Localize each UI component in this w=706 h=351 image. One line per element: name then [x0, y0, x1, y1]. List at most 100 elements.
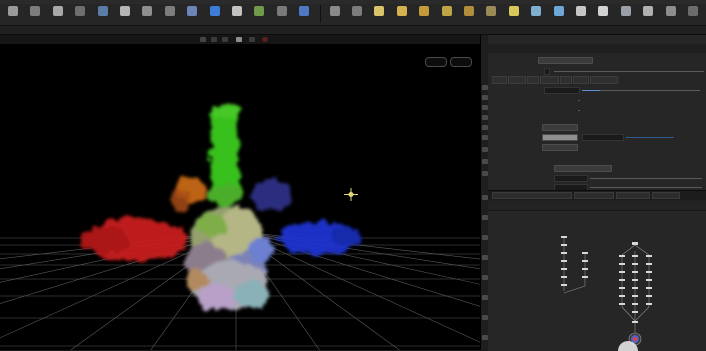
- light-icon: [374, 6, 385, 16]
- param-row: [488, 174, 706, 183]
- spray-paint-icon: [209, 6, 220, 16]
- shelf-tool-button[interactable]: [415, 5, 433, 23]
- shelf-toolbar: [0, 4, 706, 26]
- network-toolbar: [488, 201, 706, 211]
- node-graph: [561, 236, 652, 351]
- param-field[interactable]: [544, 68, 550, 75]
- box-icon: [8, 6, 18, 16]
- shelf-tool-button[interactable]: [94, 5, 112, 23]
- param-tab[interactable]: [590, 76, 618, 84]
- shelf-tool-button[interactable]: [617, 5, 635, 23]
- line-icon: [142, 6, 153, 16]
- param-tab[interactable]: [573, 76, 589, 84]
- shelf-tool-button[interactable]: [370, 5, 388, 23]
- environment-light-icon: [531, 6, 542, 16]
- scene-viewport[interactable]: [0, 35, 480, 350]
- shelf-tool-button[interactable]: [273, 5, 291, 23]
- param-slider[interactable]: [554, 71, 704, 72]
- node-stack-right: [619, 242, 652, 323]
- param-tab[interactable]: [560, 76, 572, 84]
- gi-light-icon: [576, 6, 586, 16]
- viewport-scene: [0, 102, 480, 350]
- shelf-tool-button[interactable]: [662, 5, 680, 23]
- param-tab[interactable]: [492, 76, 507, 84]
- vr-camera-icon: [688, 6, 698, 16]
- param-dropdown[interactable]: [542, 134, 578, 141]
- param-slider[interactable]: [590, 178, 702, 179]
- shelf-tool-button[interactable]: [482, 5, 500, 23]
- sphere-icon: [30, 6, 41, 16]
- param-row: [488, 106, 706, 115]
- param-tab[interactable]: [540, 76, 559, 84]
- shelf-tool-button[interactable]: [250, 5, 268, 23]
- shelf-tool-button[interactable]: [572, 5, 590, 23]
- network-editor[interactable]: [488, 190, 706, 351]
- shelf-tool-button[interactable]: [49, 5, 67, 23]
- null-icon: [120, 6, 130, 16]
- shelf-tool-button[interactable]: [228, 5, 246, 23]
- network-tab[interactable]: [492, 192, 572, 199]
- param-slider[interactable]: [626, 137, 674, 138]
- shelf-tool-button[interactable]: [26, 5, 44, 23]
- distant-light-icon: [508, 6, 519, 16]
- shelf-tool-button[interactable]: [183, 5, 201, 23]
- shelf-tool-button[interactable]: [348, 5, 366, 23]
- shelf-tool-button[interactable]: [460, 5, 478, 23]
- spot-light-icon: [419, 6, 430, 16]
- network-tab[interactable]: [574, 192, 614, 199]
- camera-icon: [352, 6, 362, 16]
- torus-icon: [75, 6, 86, 16]
- param-slider[interactable]: [578, 110, 580, 111]
- param-tab[interactable]: [527, 76, 539, 84]
- circle-icon: [164, 6, 175, 16]
- network-tab[interactable]: [616, 192, 650, 199]
- node-chain-left: [561, 236, 588, 294]
- param-slider[interactable]: [578, 100, 580, 101]
- shelf-tool-button[interactable]: [594, 5, 612, 23]
- shelf-tool-button[interactable]: [138, 5, 156, 23]
- portal-light-icon: [620, 6, 631, 16]
- param-row: [488, 133, 706, 142]
- param-dropdown[interactable]: [542, 144, 578, 151]
- param-dropdown[interactable]: [542, 124, 578, 131]
- shelf-tool-button[interactable]: [295, 5, 313, 23]
- param-row: [488, 164, 706, 173]
- curve-icon: [187, 6, 198, 16]
- smoke-plume: [80, 102, 360, 311]
- l-system-icon: [254, 6, 265, 16]
- network-canvas[interactable]: [488, 211, 706, 351]
- param-slider[interactable]: [600, 90, 700, 91]
- param-dropdown[interactable]: [554, 165, 612, 172]
- param-field[interactable]: [582, 134, 624, 141]
- caustic-light-icon: [598, 6, 609, 16]
- network-tab-bar: [488, 191, 706, 200]
- shelf-tool-button[interactable]: [550, 5, 568, 23]
- shelf-tool-button[interactable]: [527, 5, 545, 23]
- param-slider-fill: [582, 90, 600, 91]
- shelf-tool-button[interactable]: [71, 5, 89, 23]
- platonic-icon: [276, 6, 287, 16]
- shelf-tool-button[interactable]: [326, 5, 344, 23]
- param-row: [488, 96, 706, 105]
- shelf-tool-button[interactable]: [684, 5, 702, 23]
- param-action-button[interactable]: [538, 57, 593, 64]
- shelf-tool-button[interactable]: [393, 5, 411, 23]
- shelf-tool-button[interactable]: [639, 5, 657, 23]
- geometry-light-icon: [464, 6, 474, 16]
- network-tab[interactable]: [652, 192, 680, 199]
- shelf-tool-button[interactable]: [4, 5, 22, 23]
- secondary-menu-bar: [0, 26, 706, 35]
- shelf-tool-button[interactable]: [116, 5, 134, 23]
- shelf-tool-button[interactable]: [438, 5, 456, 23]
- shelf-tool-button[interactable]: [505, 5, 523, 23]
- param-field[interactable]: [544, 87, 580, 94]
- param-row: [488, 123, 706, 132]
- param-row: [488, 86, 706, 95]
- param-field[interactable]: [554, 175, 588, 182]
- shelf-tool-button[interactable]: [161, 5, 179, 23]
- param-slider[interactable]: [590, 187, 702, 188]
- parameter-panel: [488, 35, 706, 191]
- file-icon: [329, 6, 340, 16]
- param-tab[interactable]: [508, 76, 526, 84]
- shelf-tool-button[interactable]: [206, 5, 224, 23]
